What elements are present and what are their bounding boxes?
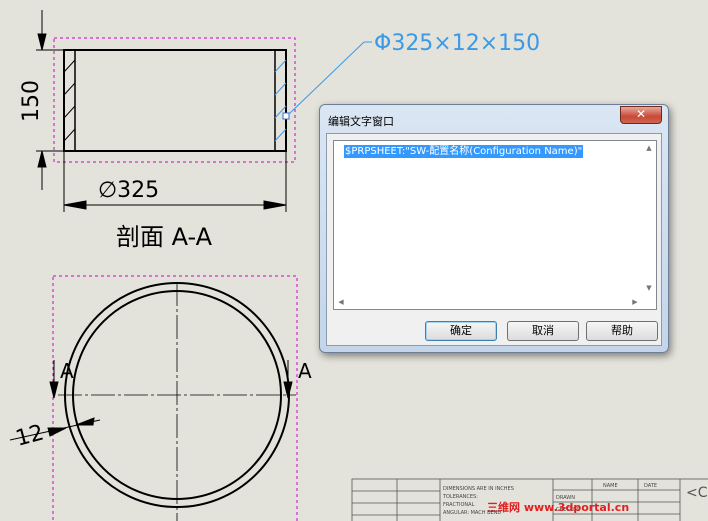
horizontal-scrollbar[interactable]: ◀ ▶ [334,295,642,309]
scroll-down-arrow-icon[interactable]: ▼ [642,281,656,295]
left-wall-hatch [63,59,76,142]
section-label[interactable]: 剖面 A-A [116,223,213,251]
help-button[interactable]: 帮助 [586,321,658,341]
dialog-title: 编辑文字窗口 [328,115,394,128]
scroll-right-arrow-icon[interactable]: ▶ [628,295,642,309]
title-block-date-header: DATE [644,483,657,489]
height-dimension-value[interactable]: 150 [19,80,44,122]
text-edit-value[interactable]: $PRPSHEET:"SW-配置名称(Configuration Name)" [344,145,584,158]
vertical-scrollbar[interactable]: ▲ ▼ [642,141,656,295]
close-icon[interactable]: ✕ [620,106,662,124]
right-wall-hatch[interactable] [274,59,287,142]
thickness-dimension-value[interactable]: 12 [13,420,47,451]
title-block-title-fragment: <C [686,485,708,501]
pipe-spec-note[interactable]: Φ325×12×150 [374,31,540,56]
title-block-note-1: DIMENSIONS ARE IN INCHES [443,486,514,492]
section-marker-left-arrow[interactable] [49,360,59,399]
plan-view: A A 12 [9,275,312,521]
leader-anchor-handle[interactable] [282,112,290,120]
title-block-name-header: NAME [603,483,618,489]
dialog-client-area: $PRPSHEET:"SW-配置名称(Configuration Name)" … [326,133,662,346]
diameter-dimension-value[interactable]: ∅325 [98,178,159,203]
section-marker-left-letter[interactable]: A [60,359,74,383]
title-block-note-2: TOLERANCES: [442,494,478,500]
scroll-left-arrow-icon[interactable]: ◀ [334,295,348,309]
section-marker-right-letter[interactable]: A [298,359,312,383]
section-view-boundary [53,37,296,163]
ok-button[interactable]: 确定 [425,321,497,341]
cancel-button[interactable]: 取消 [507,321,579,341]
plan-view-boundary [52,275,298,521]
pipe-section-outline[interactable] [63,49,287,152]
scroll-up-arrow-icon[interactable]: ▲ [642,141,656,155]
edit-text-dialog[interactable]: 编辑文字窗口 ✕ $PRPSHEET:"SW-配置名称(Configuratio… [319,104,669,353]
title-block-note-3: FRACTIONAL [443,502,475,508]
site-watermark: 三维网 www.3dportal.cn [487,501,630,514]
text-edit-box[interactable]: $PRPSHEET:"SW-配置名称(Configuration Name)" … [333,140,657,310]
